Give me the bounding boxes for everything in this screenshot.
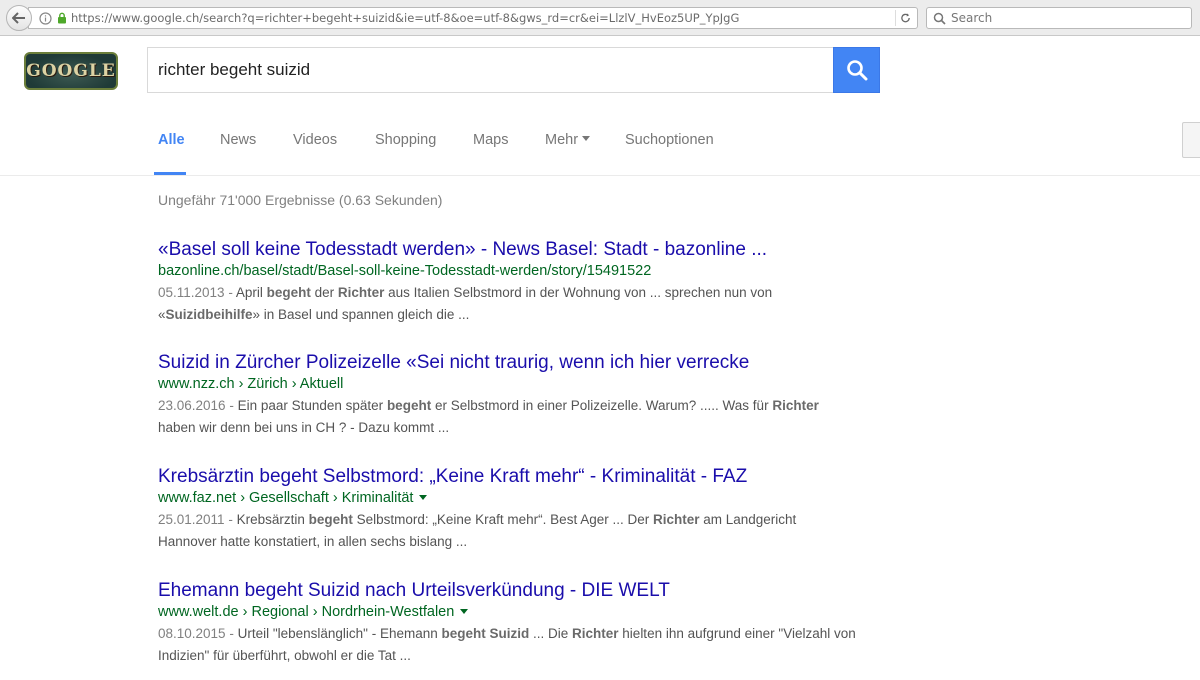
google-header: GOOGLE bbox=[0, 37, 1200, 104]
tab-videos[interactable]: Videos bbox=[293, 132, 337, 148]
snippet-highlight: Richter bbox=[337, 285, 385, 300]
result-url: www.nzz.ch › Zürich › Aktuell bbox=[158, 375, 858, 393]
result-stats: Ungefähr 71'000 Ergebnisse (0.63 Sekunde… bbox=[158, 192, 443, 208]
result-snippet: 23.06.2016 - Ein paar Stunden später beg… bbox=[158, 395, 858, 439]
result-url-text: www.faz.net › Gesellschaft › Kriminalitä… bbox=[158, 490, 414, 506]
tab-mehr-label: Mehr bbox=[545, 132, 579, 148]
tab-maps[interactable]: Maps bbox=[473, 132, 508, 148]
chevron-down-icon[interactable] bbox=[419, 494, 428, 500]
snippet-text: Selbstmord: „Keine Kraft mehr“. Best Age… bbox=[352, 512, 653, 527]
snippet-text: haben wir denn bei uns in CH ? - Dazu ko… bbox=[158, 420, 450, 435]
tab-shopping[interactable]: Shopping bbox=[375, 132, 436, 148]
tab-suchoptionen[interactable]: Suchoptionen bbox=[625, 132, 714, 148]
tab-mehr[interactable]: Mehr bbox=[545, 132, 591, 148]
tab-alle[interactable]: Alle bbox=[158, 132, 185, 148]
search-input[interactable] bbox=[158, 60, 818, 80]
result-title-link[interactable]: Ehemann begeht Suizid nach Urteilsverkün… bbox=[158, 579, 858, 603]
snippet-highlight: begeht Suizid bbox=[441, 626, 530, 641]
result-url-text: bazonline.ch/basel/stadt/Basel-soll-kein… bbox=[158, 263, 652, 279]
browser-search-box[interactable] bbox=[926, 7, 1192, 29]
snippet-text: Urteil "lebenslänglich" - Ehemann bbox=[237, 626, 442, 641]
snippet-text: ... Die bbox=[529, 626, 573, 641]
back-button[interactable] bbox=[6, 5, 32, 31]
info-icon[interactable] bbox=[39, 11, 52, 25]
search-box[interactable] bbox=[147, 47, 834, 93]
result-date: 25.01.2011 - bbox=[158, 512, 237, 527]
search-tabs: Alle News Videos Shopping Maps Mehr Such… bbox=[0, 104, 1200, 176]
browser-toolbar: https://www.google.ch/search?q=richter+b… bbox=[0, 0, 1200, 36]
snippet-highlight: Richter bbox=[772, 398, 819, 413]
active-tab-indicator bbox=[154, 172, 186, 175]
result-title-link[interactable]: «Basel soll keine Todesstadt werden» - N… bbox=[158, 238, 858, 262]
search-result: Suizid in Zürcher Polizeizelle «Sei nich… bbox=[158, 351, 858, 439]
back-arrow-icon bbox=[12, 12, 25, 24]
result-snippet: 08.10.2015 - Urteil "lebenslänglich" - E… bbox=[158, 623, 858, 667]
tab-news[interactable]: News bbox=[220, 132, 256, 148]
snippet-highlight: Suizidbeihilfe bbox=[165, 307, 253, 322]
result-date: 23.06.2016 - bbox=[158, 398, 238, 413]
snippet-highlight: Richter bbox=[652, 512, 700, 527]
result-title-link[interactable]: Krebsärztin begeht Selbstmord: „Keine Kr… bbox=[158, 465, 858, 489]
search-result: Krebsärztin begeht Selbstmord: „Keine Kr… bbox=[158, 465, 858, 553]
search-button[interactable] bbox=[833, 47, 880, 93]
result-url-text: www.welt.de › Regional › Nordrhein-Westf… bbox=[158, 604, 455, 620]
snippet-highlight: begeht bbox=[266, 285, 311, 300]
result-date: 08.10.2015 - bbox=[158, 626, 238, 641]
result-title-link[interactable]: Suizid in Zürcher Polizeizelle «Sei nich… bbox=[158, 351, 858, 375]
result-url: bazonline.ch/basel/stadt/Basel-soll-kein… bbox=[158, 262, 858, 280]
snippet-text: April bbox=[235, 285, 267, 300]
snippet-text: » in Basel und spannen gleich die ... bbox=[252, 307, 470, 322]
snippet-text: er Selbstmord in einer Polizeizelle. War… bbox=[431, 398, 773, 413]
google-doodle-logo[interactable]: GOOGLE bbox=[24, 52, 118, 90]
settings-button[interactable] bbox=[1182, 122, 1200, 158]
result-url: www.welt.de › Regional › Nordrhein-Westf… bbox=[158, 603, 858, 621]
result-snippet: 25.01.2011 - Krebsärztin begeht Selbstmo… bbox=[158, 509, 858, 553]
address-bar[interactable]: https://www.google.ch/search?q=richter+b… bbox=[28, 7, 918, 29]
result-date: 05.11.2013 - bbox=[158, 285, 236, 300]
snippet-text: der bbox=[310, 285, 338, 300]
lock-icon bbox=[57, 12, 67, 24]
browser-search-input[interactable] bbox=[951, 11, 1181, 25]
snippet-text: Ein paar Stunden später bbox=[237, 398, 387, 413]
search-icon bbox=[933, 12, 946, 25]
reload-icon[interactable] bbox=[895, 10, 911, 26]
url-text: https://www.google.ch/search?q=richter+b… bbox=[71, 11, 740, 25]
snippet-text: Krebsärztin bbox=[236, 512, 309, 527]
result-snippet: 05.11.2013 - April begeht der Richter au… bbox=[158, 282, 858, 326]
magnifier-icon bbox=[846, 60, 867, 81]
chevron-down-icon bbox=[582, 136, 591, 142]
doodle-text: GOOGLE bbox=[26, 61, 116, 81]
chevron-down-icon[interactable] bbox=[460, 608, 469, 614]
search-result: «Basel soll keine Todesstadt werden» - N… bbox=[158, 238, 858, 326]
result-url-text: www.nzz.ch › Zürich › Aktuell bbox=[158, 376, 344, 392]
result-url: www.faz.net › Gesellschaft › Kriminalitä… bbox=[158, 489, 858, 507]
snippet-highlight: begeht bbox=[386, 398, 432, 413]
snippet-highlight: Richter bbox=[572, 626, 619, 641]
search-result: Ehemann begeht Suizid nach Urteilsverkün… bbox=[158, 579, 858, 667]
snippet-highlight: begeht bbox=[308, 512, 353, 527]
